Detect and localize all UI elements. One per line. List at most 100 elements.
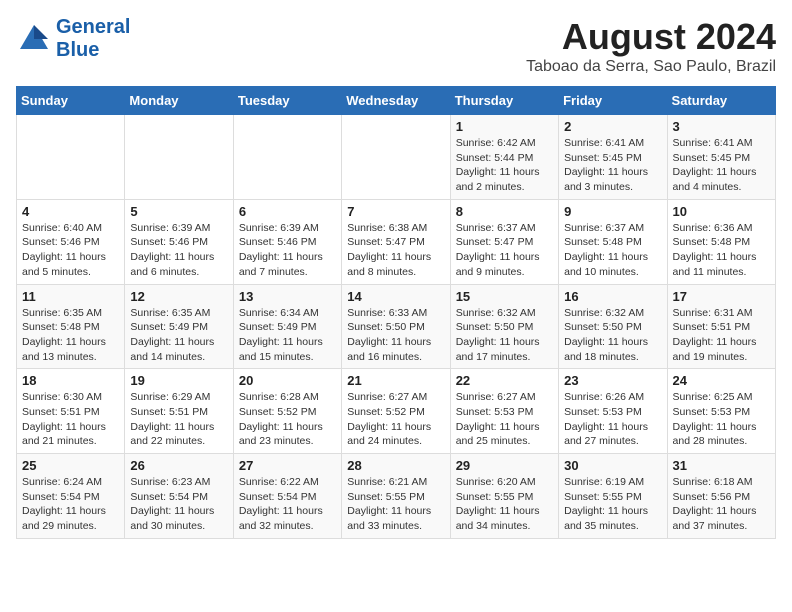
calendar-cell: 9 Sunrise: 6:37 AMSunset: 5:48 PMDaylight… xyxy=(559,199,667,284)
page-header: General Blue August 2024 Taboao da Serra… xyxy=(16,16,776,76)
column-header-monday: Monday xyxy=(125,87,233,115)
column-header-wednesday: Wednesday xyxy=(342,87,450,115)
day-info: Sunrise: 6:41 AMSunset: 5:45 PMDaylight:… xyxy=(564,136,661,195)
day-info: Sunrise: 6:38 AMSunset: 5:47 PMDaylight:… xyxy=(347,221,444,280)
day-info: Sunrise: 6:31 AMSunset: 5:51 PMDaylight:… xyxy=(673,306,770,365)
calendar-cell: 13 Sunrise: 6:34 AMSunset: 5:49 PMDayligh… xyxy=(233,284,341,369)
calendar-body: 1Sunrise: 6:42 AMSunset: 5:44 PMDaylight… xyxy=(17,115,776,539)
calendar-cell: 20 Sunrise: 6:28 AMSunset: 5:52 PMDayligh… xyxy=(233,369,341,454)
day-number: 13 xyxy=(239,289,336,304)
day-info: Sunrise: 6:36 AMSunset: 5:48 PMDaylight:… xyxy=(673,221,770,280)
calendar-week-4: 25 Sunrise: 6:24 AMSunset: 5:54 PMDayligh… xyxy=(17,454,776,539)
calendar-cell: 24 Sunrise: 6:25 AMSunset: 5:53 PMDayligh… xyxy=(667,369,775,454)
day-number: 31 xyxy=(673,458,770,473)
day-info: Sunrise: 6:35 AMSunset: 5:48 PMDaylight:… xyxy=(22,306,119,365)
day-info: Sunrise: 6:40 AMSunset: 5:46 PMDaylight:… xyxy=(22,221,119,280)
day-info: Sunrise: 6:18 AMSunset: 5:56 PMDaylight:… xyxy=(673,475,770,534)
day-number: 17 xyxy=(673,289,770,304)
day-number: 5 xyxy=(130,204,227,219)
day-number: 6 xyxy=(239,204,336,219)
day-info: Sunrise: 6:37 AMSunset: 5:48 PMDaylight:… xyxy=(564,221,661,280)
day-number: 9 xyxy=(564,204,661,219)
day-number: 24 xyxy=(673,373,770,388)
day-number: 7 xyxy=(347,204,444,219)
calendar-header: SundayMondayTuesdayWednesdayThursdayFrid… xyxy=(17,87,776,115)
day-number: 28 xyxy=(347,458,444,473)
day-number: 26 xyxy=(130,458,227,473)
day-info: Sunrise: 6:19 AMSunset: 5:55 PMDaylight:… xyxy=(564,475,661,534)
calendar-cell: 18 Sunrise: 6:30 AMSunset: 5:51 PMDayligh… xyxy=(17,369,125,454)
calendar-cell: 6 Sunrise: 6:39 AMSunset: 5:46 PMDaylight… xyxy=(233,199,341,284)
column-header-sunday: Sunday xyxy=(17,87,125,115)
day-number: 25 xyxy=(22,458,119,473)
day-info: Sunrise: 6:32 AMSunset: 5:50 PMDaylight:… xyxy=(456,306,553,365)
calendar-cell: 14Sunrise: 6:33 AMSunset: 5:50 PMDayligh… xyxy=(342,284,450,369)
calendar-cell: 5Sunrise: 6:39 AMSunset: 5:46 PMDaylight… xyxy=(125,199,233,284)
day-info: Sunrise: 6:23 AMSunset: 5:54 PMDaylight:… xyxy=(130,475,227,534)
calendar-week-0: 1Sunrise: 6:42 AMSunset: 5:44 PMDaylight… xyxy=(17,115,776,200)
calendar-cell: 22 Sunrise: 6:27 AMSunset: 5:53 PMDayligh… xyxy=(450,369,558,454)
day-number: 11 xyxy=(22,289,119,304)
column-header-friday: Friday xyxy=(559,87,667,115)
day-number: 22 xyxy=(456,373,553,388)
logo-general: General xyxy=(56,16,130,39)
day-number: 12 xyxy=(130,289,227,304)
calendar-cell: 19 Sunrise: 6:29 AMSunset: 5:51 PMDayligh… xyxy=(125,369,233,454)
calendar-cell: 31 Sunrise: 6:18 AMSunset: 5:56 PMDayligh… xyxy=(667,454,775,539)
day-info: Sunrise: 6:28 AMSunset: 5:52 PMDaylight:… xyxy=(239,390,336,449)
day-info: Sunrise: 6:24 AMSunset: 5:54 PMDaylight:… xyxy=(22,475,119,534)
day-number: 27 xyxy=(239,458,336,473)
calendar-week-3: 18 Sunrise: 6:30 AMSunset: 5:51 PMDayligh… xyxy=(17,369,776,454)
calendar-cell: 29 Sunrise: 6:20 AMSunset: 5:55 PMDayligh… xyxy=(450,454,558,539)
logo-blue: Blue xyxy=(56,39,130,62)
day-number: 15 xyxy=(456,289,553,304)
calendar-cell: 15 Sunrise: 6:32 AMSunset: 5:50 PMDayligh… xyxy=(450,284,558,369)
calendar-cell: 12Sunrise: 6:35 AMSunset: 5:49 PMDayligh… xyxy=(125,284,233,369)
calendar-cell: 17 Sunrise: 6:31 AMSunset: 5:51 PMDayligh… xyxy=(667,284,775,369)
calendar-cell: 3Sunrise: 6:41 AMSunset: 5:45 PMDaylight… xyxy=(667,115,775,200)
day-number: 19 xyxy=(130,373,227,388)
calendar-title: August 2024 xyxy=(526,16,776,58)
logo: General Blue xyxy=(16,16,130,62)
day-number: 21 xyxy=(347,373,444,388)
day-info: Sunrise: 6:29 AMSunset: 5:51 PMDaylight:… xyxy=(130,390,227,449)
day-number: 8 xyxy=(456,204,553,219)
column-header-tuesday: Tuesday xyxy=(233,87,341,115)
day-info: Sunrise: 6:41 AMSunset: 5:45 PMDaylight:… xyxy=(673,136,770,195)
day-info: Sunrise: 6:27 AMSunset: 5:53 PMDaylight:… xyxy=(456,390,553,449)
column-header-thursday: Thursday xyxy=(450,87,558,115)
day-number: 30 xyxy=(564,458,661,473)
day-number: 1 xyxy=(456,119,553,134)
day-number: 2 xyxy=(564,119,661,134)
day-number: 18 xyxy=(22,373,119,388)
calendar-cell: 23Sunrise: 6:26 AMSunset: 5:53 PMDayligh… xyxy=(559,369,667,454)
calendar-cell: 26 Sunrise: 6:23 AMSunset: 5:54 PMDayligh… xyxy=(125,454,233,539)
day-info: Sunrise: 6:27 AMSunset: 5:52 PMDaylight:… xyxy=(347,390,444,449)
day-number: 16 xyxy=(564,289,661,304)
calendar-cell: 27 Sunrise: 6:22 AMSunset: 5:54 PMDayligh… xyxy=(233,454,341,539)
calendar-cell xyxy=(125,115,233,200)
calendar-header-row: SundayMondayTuesdayWednesdayThursdayFrid… xyxy=(17,87,776,115)
calendar-table: SundayMondayTuesdayWednesdayThursdayFrid… xyxy=(16,86,776,539)
day-info: Sunrise: 6:32 AMSunset: 5:50 PMDaylight:… xyxy=(564,306,661,365)
calendar-cell xyxy=(342,115,450,200)
day-info: Sunrise: 6:30 AMSunset: 5:51 PMDaylight:… xyxy=(22,390,119,449)
calendar-cell: 11 Sunrise: 6:35 AMSunset: 5:48 PMDayligh… xyxy=(17,284,125,369)
column-header-saturday: Saturday xyxy=(667,87,775,115)
day-info: Sunrise: 6:22 AMSunset: 5:54 PMDaylight:… xyxy=(239,475,336,534)
calendar-cell: 16 Sunrise: 6:32 AMSunset: 5:50 PMDayligh… xyxy=(559,284,667,369)
calendar-week-2: 11 Sunrise: 6:35 AMSunset: 5:48 PMDayligh… xyxy=(17,284,776,369)
day-info: Sunrise: 6:33 AMSunset: 5:50 PMDaylight:… xyxy=(347,306,444,365)
title-block: August 2024 Taboao da Serra, Sao Paulo, … xyxy=(526,16,776,76)
day-info: Sunrise: 6:25 AMSunset: 5:53 PMDaylight:… xyxy=(673,390,770,449)
day-number: 20 xyxy=(239,373,336,388)
calendar-cell: 1Sunrise: 6:42 AMSunset: 5:44 PMDaylight… xyxy=(450,115,558,200)
day-number: 29 xyxy=(456,458,553,473)
day-info: Sunrise: 6:39 AMSunset: 5:46 PMDaylight:… xyxy=(239,221,336,280)
day-info: Sunrise: 6:34 AMSunset: 5:49 PMDaylight:… xyxy=(239,306,336,365)
day-number: 10 xyxy=(673,204,770,219)
calendar-cell: 7 Sunrise: 6:38 AMSunset: 5:47 PMDaylight… xyxy=(342,199,450,284)
day-info: Sunrise: 6:20 AMSunset: 5:55 PMDaylight:… xyxy=(456,475,553,534)
calendar-cell: 4Sunrise: 6:40 AMSunset: 5:46 PMDaylight… xyxy=(17,199,125,284)
logo-icon xyxy=(16,21,52,57)
